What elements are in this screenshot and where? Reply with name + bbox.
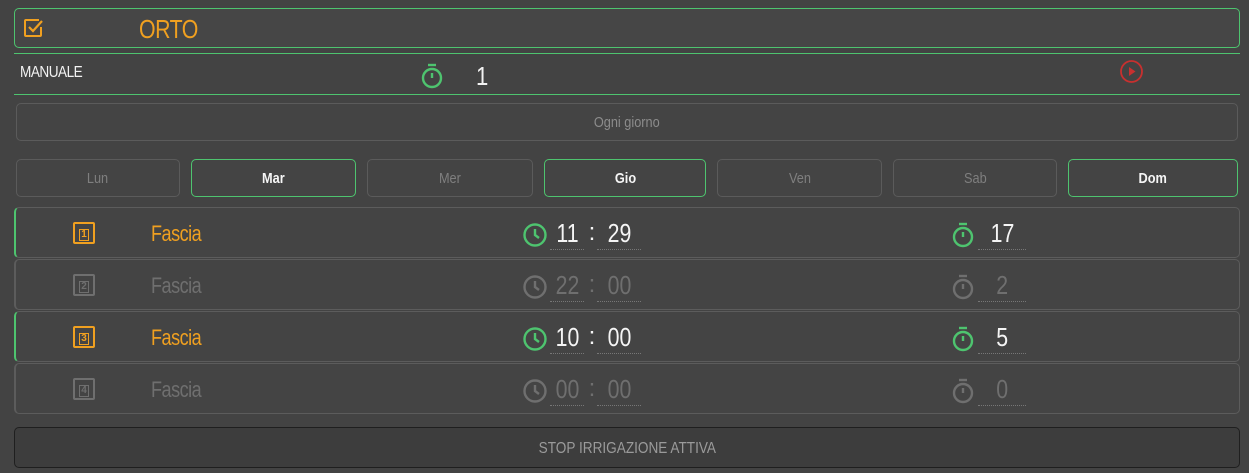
day-mer[interactable]: Mer — [367, 159, 533, 197]
day-sab[interactable]: Sab — [893, 159, 1057, 197]
stopwatch-icon — [952, 274, 974, 300]
slot-duration-input[interactable]: 5 — [978, 321, 1026, 354]
slot-hour-input[interactable]: 00 — [550, 373, 584, 406]
day-label: Gio — [614, 170, 636, 187]
stop-irrigation-label: STOP IRRIGAZIONE ATTIVA — [538, 440, 716, 457]
slot-minute-input[interactable]: 00 — [597, 373, 641, 406]
program-title: ORTO — [139, 14, 198, 44]
day-label: Mar — [262, 170, 285, 187]
day-label: Mer — [439, 170, 461, 187]
stopwatch-icon — [952, 378, 974, 404]
slot-minute-input[interactable]: 29 — [597, 217, 641, 250]
slot-hour-input[interactable]: 11 — [550, 217, 584, 250]
day-label: Lun — [87, 170, 109, 187]
clock-icon — [523, 275, 547, 299]
slot-label: Fascia — [151, 325, 202, 350]
play-icon[interactable] — [1119, 59, 1144, 84]
time-slot-4[interactable]: 4 Fascia 00 : 00 0 — [14, 363, 1240, 414]
manual-label: MANUALE — [20, 64, 83, 81]
time-slot-2[interactable]: 2 Fascia 22 : 00 2 — [14, 259, 1240, 310]
slot-number-icon: 3 — [73, 326, 95, 348]
day-mar[interactable]: Mar — [191, 159, 356, 197]
clock-icon — [523, 223, 547, 247]
clock-icon — [523, 327, 547, 351]
every-day-label: Ogni giorno — [594, 114, 660, 131]
day-ven[interactable]: Ven — [717, 159, 882, 197]
day-label: Dom — [1138, 170, 1168, 187]
slot-label: Fascia — [151, 273, 202, 298]
clock-icon — [523, 379, 547, 403]
divider-top — [14, 53, 1240, 54]
slot-duration-input[interactable]: 17 — [978, 217, 1026, 250]
slot-duration-input[interactable]: 2 — [978, 269, 1026, 302]
day-lun[interactable]: Lun — [16, 159, 180, 197]
day-gio[interactable]: Gio — [544, 159, 706, 197]
slot-number-icon: 4 — [73, 378, 95, 400]
manual-duration-value[interactable]: 1 — [476, 61, 488, 92]
stop-irrigation-button[interactable]: STOP IRRIGAZIONE ATTIVA — [14, 427, 1240, 468]
stopwatch-icon — [952, 222, 974, 248]
divider-manual — [14, 94, 1240, 95]
stopwatch-icon — [421, 63, 443, 89]
slot-minute-input[interactable]: 00 — [597, 269, 641, 302]
program-header: ORTO — [14, 8, 1240, 48]
day-label: Sab — [963, 170, 987, 187]
time-slot-3[interactable]: 3 Fascia 10 : 00 5 — [14, 311, 1240, 362]
slot-label: Fascia — [151, 221, 202, 246]
stopwatch-icon — [952, 326, 974, 352]
slot-duration-input[interactable]: 0 — [978, 373, 1026, 406]
slot-number-icon: 2 — [73, 274, 95, 296]
day-label: Ven — [788, 170, 811, 187]
checkbox-checked-icon[interactable] — [22, 17, 44, 39]
slot-hour-input[interactable]: 22 — [550, 269, 584, 302]
slot-label: Fascia — [151, 377, 202, 402]
time-slot-1[interactable]: 1 Fascia 11 : 29 17 — [14, 207, 1240, 258]
slot-minute-input[interactable]: 00 — [597, 321, 641, 354]
slot-number-icon: 1 — [73, 222, 95, 244]
day-dom[interactable]: Dom — [1068, 159, 1238, 197]
slot-hour-input[interactable]: 10 — [550, 321, 584, 354]
every-day-button[interactable]: Ogni giorno — [16, 103, 1238, 141]
